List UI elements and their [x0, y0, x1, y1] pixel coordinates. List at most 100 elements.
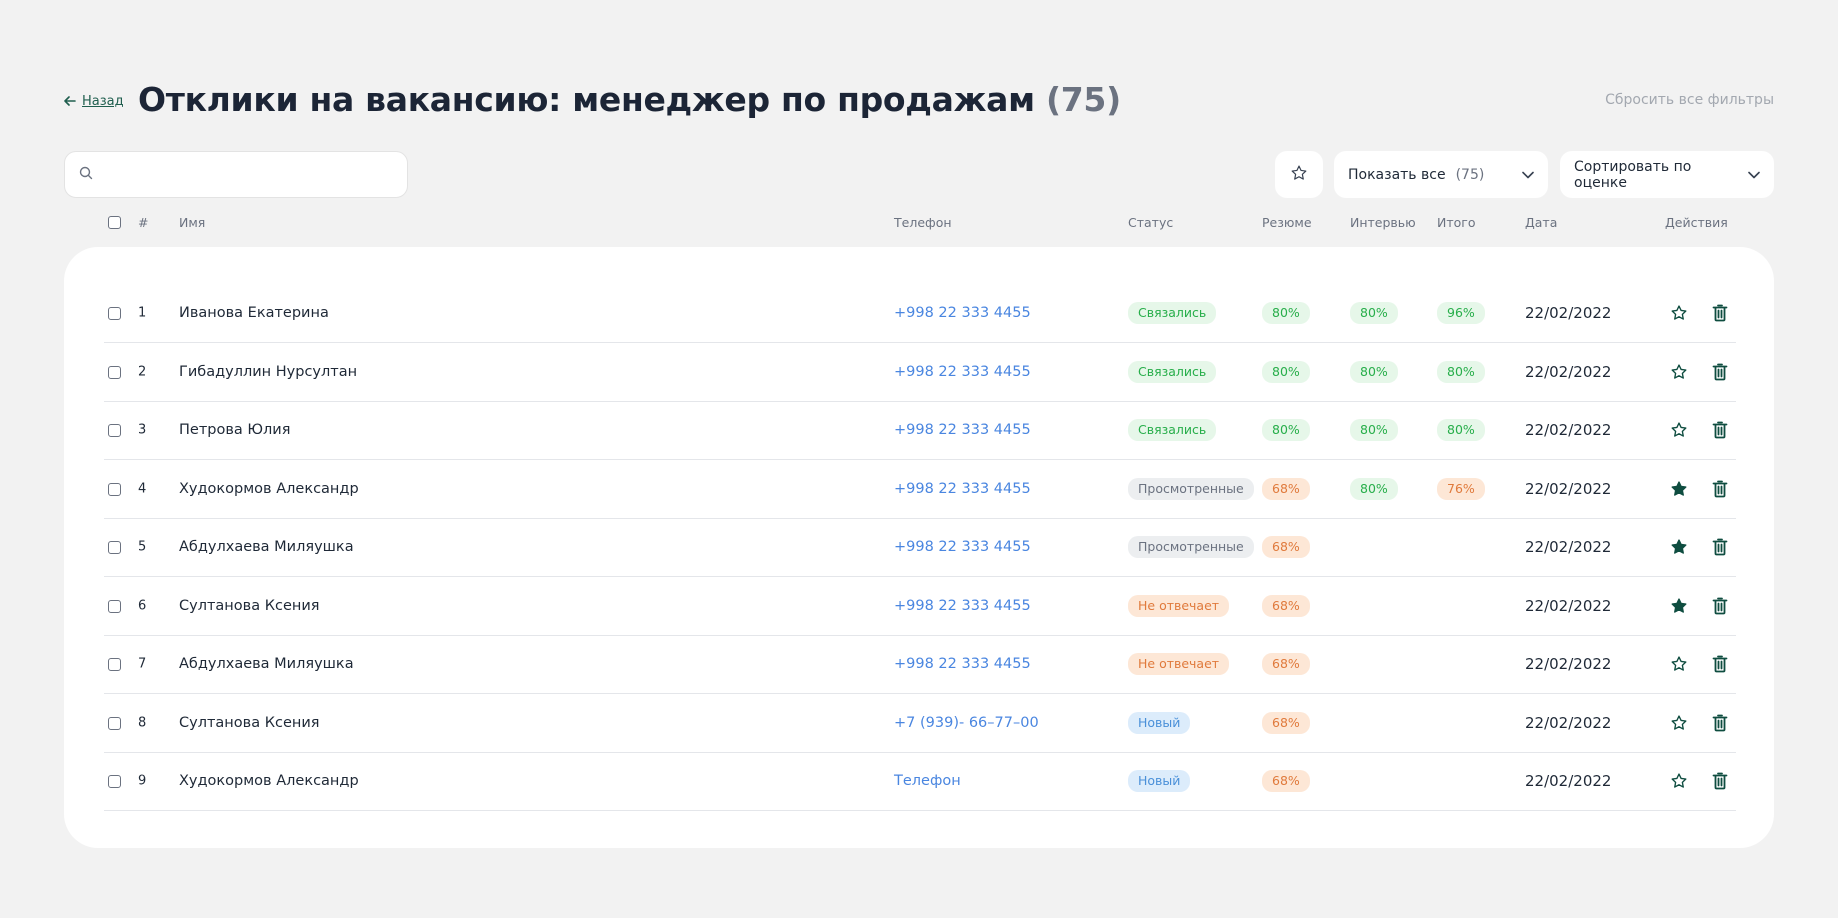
phone-link[interactable]: +998 22 333 4455 [894, 422, 1031, 438]
interview-score-badge: 80% [1350, 477, 1398, 500]
star-icon[interactable] [1670, 421, 1688, 439]
phone-link[interactable]: +7 (939)- 66–77–00 [894, 715, 1039, 731]
status-badge: Новый [1128, 770, 1191, 792]
row-checkbox[interactable] [108, 307, 121, 320]
table-row: 9 Худокормов Александр Телефон Новый 68% 22/0… [104, 752, 1736, 811]
resume-score-badge: 68% [1262, 770, 1310, 792]
trash-icon[interactable] [1712, 538, 1728, 556]
row-number: 9 [138, 773, 147, 789]
star-icon[interactable] [1670, 655, 1688, 673]
candidate-name: Абдулхаева Миляушка [179, 656, 354, 672]
star-icon[interactable] [1670, 597, 1688, 615]
star-icon[interactable] [1670, 772, 1688, 790]
row-checkbox[interactable] [108, 775, 121, 788]
status-badge: Связались [1128, 360, 1217, 383]
star-icon[interactable] [1670, 714, 1688, 732]
table-row: 7 Абдулхаева Миляушка +998 22 333 4455 Не о… [104, 635, 1736, 694]
resume-score-badge: 68% [1262, 711, 1310, 734]
show-filter-count: (75) [1455, 166, 1485, 183]
trash-icon[interactable] [1712, 597, 1728, 615]
header-date: Дата [1525, 215, 1558, 230]
header-name: Имя [179, 215, 206, 230]
phone-link[interactable]: +998 22 333 4455 [894, 481, 1031, 497]
date: 22/02/2022 [1525, 362, 1612, 381]
phone-link[interactable]: +998 22 333 4455 [894, 364, 1031, 380]
reset-filters-link[interactable]: Сбросить все фильтры [1605, 92, 1774, 108]
table-row: 6 Султанова Ксения +998 22 333 4455 Не отве… [104, 577, 1736, 636]
candidate-name: Худокормов Александр [179, 773, 359, 789]
table-row: 8 Султанова Ксения +7 (939)- 66–77–00 Новый… [104, 694, 1736, 753]
row-checkbox[interactable] [108, 424, 121, 437]
row-number: 6 [138, 598, 147, 613]
phone-link[interactable]: +998 22 333 4455 [894, 598, 1031, 614]
trash-icon[interactable] [1712, 304, 1728, 322]
star-icon[interactable] [1670, 538, 1688, 556]
date: 22/02/2022 [1525, 421, 1612, 439]
back-link[interactable]: Назад [64, 92, 124, 110]
date: 22/02/2022 [1525, 479, 1612, 498]
select-all-checkbox[interactable] [108, 216, 121, 229]
trash-icon[interactable] [1712, 421, 1728, 439]
total-score-badge: 96% [1437, 302, 1485, 324]
interview-score-badge: 80% [1350, 302, 1398, 324]
table-row: 5 Абдулхаева Миляушка +998 22 333 4455 Прос… [104, 518, 1736, 577]
resume-score-badge: 68% [1262, 477, 1310, 500]
date: 22/02/2022 [1525, 655, 1612, 673]
table-row: 1 Иванова Екатерина +998 22 333 4455 Связал… [104, 284, 1736, 343]
trash-icon[interactable] [1712, 480, 1728, 498]
candidate-name: Султанова Ксения [179, 714, 320, 731]
trash-icon[interactable] [1712, 655, 1728, 673]
interview-score-badge: 80% [1350, 360, 1398, 383]
row-checkbox[interactable] [108, 541, 121, 554]
page-title: Отклики на вакансию: менеджер по продажа… [138, 80, 1121, 119]
chevron-down-icon [1748, 167, 1760, 183]
table-row: 4 Худокормов Александр +998 22 333 4455 Про… [104, 460, 1736, 519]
row-checkbox[interactable] [108, 482, 121, 496]
resume-score-badge: 80% [1262, 360, 1310, 383]
row-checkbox[interactable] [108, 658, 121, 671]
row-number: 4 [138, 481, 147, 496]
status-badge: Просмотренные [1128, 536, 1254, 558]
row-checkbox[interactable] [108, 365, 121, 379]
trash-icon[interactable] [1712, 363, 1728, 381]
row-number: 3 [138, 422, 147, 438]
row-checkbox[interactable] [108, 599, 121, 613]
candidate-name: Абдулхаева Миляушка [179, 539, 354, 555]
status-badge: Не отвечает [1128, 653, 1230, 675]
resume-score-badge: 68% [1262, 594, 1310, 617]
row-number: 2 [138, 364, 147, 379]
total-score-badge: 80% [1437, 360, 1485, 383]
table-row: 3 Петрова Юлия +998 22 333 4455 Связались 80… [104, 401, 1736, 460]
show-filter-value: Показать все (75) [1348, 167, 1484, 183]
phone-link[interactable]: +998 22 333 4455 [894, 539, 1031, 555]
favorites-filter-button[interactable] [1275, 151, 1323, 198]
back-label: Назад [82, 93, 124, 109]
row-checkbox[interactable] [108, 716, 121, 730]
trash-icon[interactable] [1712, 772, 1728, 790]
trash-icon[interactable] [1712, 714, 1728, 732]
date: 22/02/2022 [1525, 538, 1612, 556]
candidate-name: Петрова Юлия [179, 422, 291, 438]
date: 22/02/2022 [1525, 596, 1612, 615]
phone-link[interactable]: +998 22 333 4455 [894, 656, 1031, 672]
header-actions: Действия [1665, 215, 1728, 230]
star-icon[interactable] [1670, 480, 1688, 498]
star-icon[interactable] [1670, 304, 1688, 322]
star-icon[interactable] [1670, 363, 1688, 381]
phone-link[interactable]: Телефон [894, 773, 961, 789]
sort-select[interactable]: Сортировать по оценке [1560, 151, 1774, 198]
status-badge: Связались [1128, 302, 1217, 324]
resume-score-badge: 68% [1262, 536, 1310, 558]
table-header: # Имя Телефон Статус Резюме Интервью Ито… [64, 210, 1774, 236]
show-filter-select[interactable]: Показать все (75) [1334, 151, 1548, 198]
header-resume: Резюме [1262, 215, 1312, 230]
phone-link[interactable]: +998 22 333 4455 [894, 305, 1031, 321]
row-number: 1 [138, 305, 147, 321]
page-title-count: (75) [1045, 80, 1121, 119]
status-badge: Новый [1128, 711, 1191, 734]
search-input[interactable] [101, 165, 405, 184]
resume-score-badge: 68% [1262, 653, 1310, 675]
header-phone: Телефон [894, 215, 952, 230]
header-total: Итого [1437, 215, 1476, 230]
date: 22/02/2022 [1525, 304, 1612, 322]
